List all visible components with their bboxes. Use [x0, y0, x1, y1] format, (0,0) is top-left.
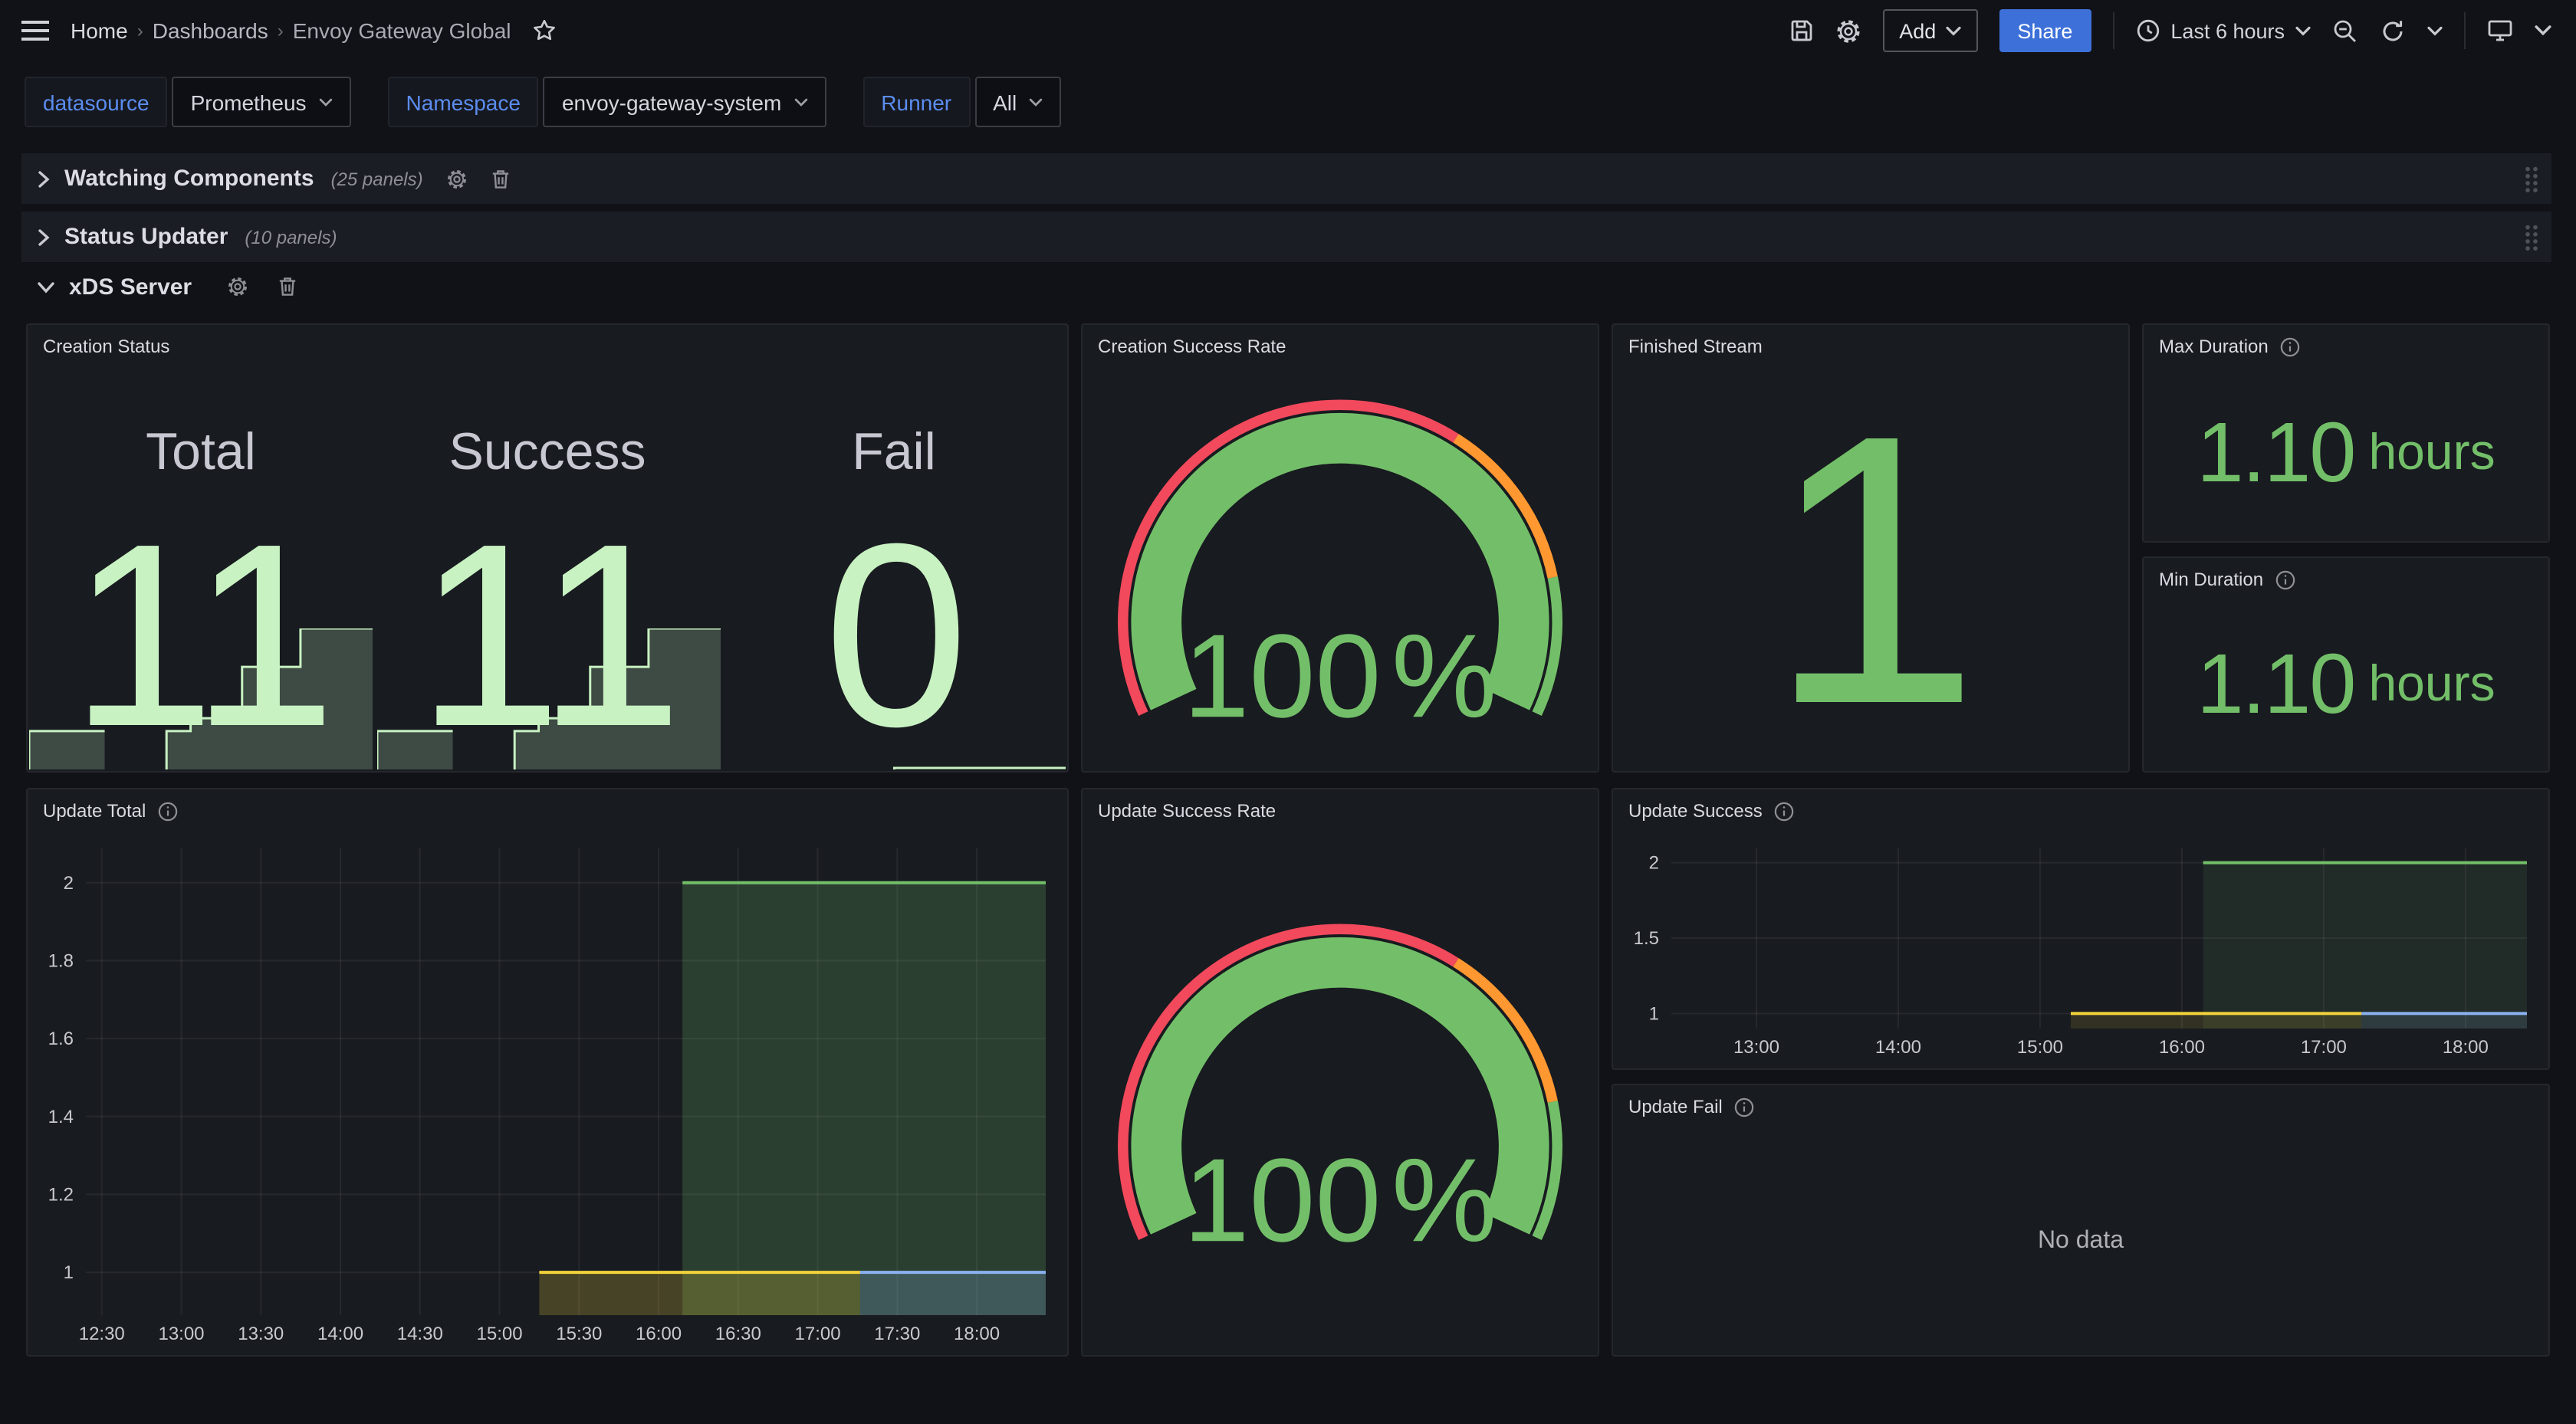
- panel-title: Creation Success Rate: [1098, 336, 1286, 357]
- stat-value: 11: [28, 506, 374, 766]
- svg-text:14:00: 14:00: [317, 1324, 363, 1344]
- panel-finished-stream: Finished Stream 1: [1612, 323, 2130, 773]
- stat-label: Total: [28, 423, 374, 483]
- stat-success: Success 11: [374, 325, 721, 771]
- svg-text:14:00: 14:00: [1875, 1037, 1921, 1058]
- panel-title: Update Total: [43, 800, 146, 822]
- panel-creation-status: Creation Status Total 11 Success 11 Fail…: [26, 323, 1069, 773]
- stat-total: Total 11: [28, 325, 374, 771]
- svg-text:17:00: 17:00: [2301, 1037, 2347, 1058]
- panel-update-total: Update Total 1 1.2 1.4 1.6 1.8 2 12:30 13:00 13:…: [26, 788, 1069, 1357]
- panel-header[interactable]: Update Fail: [1613, 1085, 2548, 1128]
- stat-value: 1.10: [2196, 634, 2354, 732]
- svg-text:2: 2: [1649, 853, 1659, 874]
- svg-text:13:30: 13:30: [238, 1324, 284, 1344]
- stat-value: 1: [1613, 368, 2128, 771]
- stat-fail: Fail 0: [721, 325, 1067, 771]
- info-icon[interactable]: [2275, 569, 2295, 589]
- time-series-chart[interactable]: 1 1.2 1.4 1.6 1.8 2 12:30 13:00 13:30 14:00 14:30 1…: [40, 835, 1055, 1346]
- svg-text:1.5: 1.5: [1634, 928, 1659, 949]
- svg-text:2: 2: [64, 873, 74, 894]
- svg-text:17:30: 17:30: [874, 1324, 920, 1344]
- panel-title: Update Fail: [1628, 1096, 1723, 1117]
- svg-text:18:00: 18:00: [954, 1324, 1000, 1344]
- panel-update-success: Update Success 1 1.5 2 13:00 14:00 15:00 16:00…: [1612, 788, 2550, 1070]
- panel-title: Finished Stream: [1628, 336, 1763, 357]
- stat-unit: hours: [2368, 422, 2495, 481]
- gauge: 100%: [1083, 832, 1598, 1346]
- svg-text:12:30: 12:30: [79, 1324, 125, 1344]
- panel-title: Max Duration: [2159, 336, 2269, 357]
- info-icon[interactable]: [158, 801, 178, 821]
- svg-text:100%: 100%: [1183, 1133, 1497, 1265]
- svg-text:1.6: 1.6: [48, 1029, 74, 1049]
- stat-duration: 1.10 hours: [2144, 595, 2548, 771]
- svg-text:1: 1: [1649, 1003, 1659, 1024]
- stat-label: Fail: [721, 423, 1067, 483]
- svg-text:15:00: 15:00: [477, 1324, 523, 1344]
- svg-text:16:00: 16:00: [2159, 1037, 2205, 1058]
- stat-label: Success: [374, 423, 721, 483]
- info-icon[interactable]: [1735, 1097, 1755, 1117]
- panel-header[interactable]: Creation Success Rate: [1083, 325, 1598, 368]
- panel-title: Min Duration: [2159, 569, 2263, 590]
- grafana-dashboard: Home › Dashboards › Envoy Gateway Global…: [0, 0, 2576, 1424]
- gauge: 100%: [1083, 368, 1598, 762]
- svg-text:100%: 100%: [1183, 609, 1497, 741]
- svg-text:1.2: 1.2: [48, 1184, 74, 1205]
- svg-text:13:00: 13:00: [158, 1324, 204, 1344]
- svg-text:1.8: 1.8: [48, 950, 74, 971]
- stat-value: 11: [374, 506, 721, 766]
- panel-header[interactable]: Update Success: [1613, 789, 2548, 832]
- svg-text:16:30: 16:30: [715, 1324, 761, 1344]
- svg-text:13:00: 13:00: [1733, 1037, 1779, 1058]
- stat-value: 0: [721, 506, 1067, 766]
- panel-creation-success-rate: Creation Success Rate 100%: [1081, 323, 1599, 773]
- panel-update-fail: Update Fail No data: [1612, 1084, 2550, 1357]
- svg-text:14:30: 14:30: [397, 1324, 443, 1344]
- panel-header[interactable]: Update Success Rate: [1083, 789, 1598, 832]
- panel-update-success-rate: Update Success Rate 100%: [1081, 788, 1599, 1357]
- no-data-message: No data: [1613, 1128, 2548, 1355]
- time-series-chart[interactable]: 1 1.5 2 13:00 14:00 15:00 16:00 17:00 18:00: [1625, 835, 2536, 1059]
- stat-duration: 1.10 hours: [2144, 362, 2548, 541]
- panel-max-duration: Max Duration 1.10 hours: [2142, 323, 2550, 543]
- svg-text:15:00: 15:00: [2017, 1037, 2063, 1058]
- svg-text:16:00: 16:00: [636, 1324, 682, 1344]
- panel-min-duration: Min Duration 1.10 hours: [2142, 556, 2550, 773]
- info-icon[interactable]: [1775, 801, 1795, 821]
- stat-unit: hours: [2368, 654, 2495, 712]
- svg-text:1.4: 1.4: [48, 1107, 74, 1127]
- info-icon[interactable]: [2281, 336, 2301, 356]
- panel-title: Update Success Rate: [1098, 800, 1276, 822]
- dashboard-grid: Creation Status Total 11 Success 11 Fail…: [0, 0, 2576, 1424]
- panel-header[interactable]: Update Total: [28, 789, 1067, 832]
- panel-title: Update Success: [1628, 800, 1763, 822]
- svg-text:15:30: 15:30: [556, 1324, 602, 1344]
- svg-text:1: 1: [64, 1262, 74, 1283]
- stat-value: 1.10: [2196, 402, 2354, 500]
- svg-text:17:00: 17:00: [795, 1324, 841, 1344]
- svg-text:18:00: 18:00: [2443, 1037, 2489, 1058]
